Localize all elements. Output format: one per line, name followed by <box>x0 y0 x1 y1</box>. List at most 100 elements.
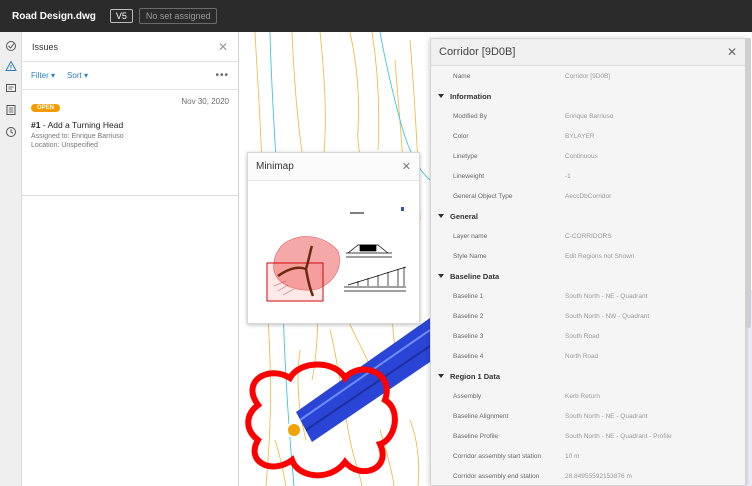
issue-number: #1 <box>31 120 41 130</box>
left-rail <box>0 32 22 486</box>
issues-toolbar: Filter ▾ Sort ▾ ••• <box>22 62 238 90</box>
minimap-thumbnail[interactable] <box>248 181 419 323</box>
status-badge: OPEN <box>31 104 61 112</box>
warning-icon[interactable] <box>5 60 17 72</box>
issues-title: Issues <box>32 41 59 52</box>
issues-panel: Issues ✕ Filter ▾ Sort ▾ ••• OPEN Nov 30… <box>22 32 239 486</box>
issues-header: Issues ✕ <box>22 32 238 62</box>
section-information[interactable]: Information <box>431 86 745 106</box>
issue-pin <box>286 422 302 438</box>
collapse-triangle-icon <box>438 274 444 278</box>
property-value: South North - NE - Quadrant - Profile <box>565 432 672 440</box>
properties-title: Corridor [9D0B] <box>439 46 516 58</box>
property-value: Kerb Return <box>565 392 601 400</box>
property-key: Baseline Alignment <box>453 412 509 420</box>
property-row: Corridor assembly start station 10 m <box>431 446 745 466</box>
property-key: Baseline 1 <box>453 292 484 300</box>
issue-name: Add a Turning Head <box>47 120 124 130</box>
property-row: Modified By Enrique Barriuso <box>431 106 745 126</box>
property-key: Layer name <box>453 232 488 240</box>
property-value: BYLAYER <box>565 132 595 140</box>
more-options-icon[interactable]: ••• <box>215 70 229 81</box>
property-value: South North - NE - Quadrant <box>565 292 648 300</box>
version-badge[interactable]: V5 <box>109 9 133 23</box>
sort-dropdown[interactable]: Sort ▾ <box>67 71 88 80</box>
property-value: South North - NE - Quadrant <box>565 412 648 420</box>
collapse-triangle-icon <box>438 374 444 378</box>
property-key: Linetype <box>453 152 478 160</box>
property-key: Color <box>453 132 469 140</box>
property-key: Baseline 3 <box>453 332 484 340</box>
issue-assignee: Assigned to: Enrique Barriuso <box>31 133 124 140</box>
section-baseline-data[interactable]: Baseline Data <box>431 266 745 286</box>
property-row: Baseline Alignment South North - NE - Qua… <box>431 406 745 426</box>
property-value: South North - NW - Quadrant <box>565 312 650 320</box>
property-row: Baseline 1 South North - NE - Quadrant <box>431 286 745 306</box>
section-general[interactable]: General <box>431 206 745 226</box>
property-key: Assembly <box>453 392 482 400</box>
property-value: Edit Regions not Shown <box>565 252 635 260</box>
corridor-body <box>296 318 431 442</box>
property-row: Lineweight -1 <box>431 166 745 186</box>
property-value: 10 m <box>565 452 580 460</box>
properties-panel: Corridor [9D0B] ✕ Name Corridor [9D0B] I… <box>430 38 746 486</box>
document-title: Road Design.dwg <box>12 10 96 22</box>
chevron-down-icon: ▾ <box>83 71 88 80</box>
property-row: Baseline 2 South North - NW - Quadrant <box>431 306 745 326</box>
property-value: North Road <box>565 352 599 360</box>
top-bar: Road Design.dwg V5 No set assigned <box>0 0 752 32</box>
check-circle-icon[interactable] <box>5 40 17 52</box>
close-icon[interactable]: ✕ <box>218 40 228 54</box>
site-plan-thumbnail <box>266 236 340 302</box>
section-label: Baseline Data <box>450 271 500 281</box>
property-row: Assembly Kerb Return <box>431 386 745 406</box>
property-row: Style Name Edit Regions not Shown <box>431 246 745 266</box>
collapse-triangle-icon <box>438 94 444 98</box>
set-selector[interactable]: No set assigned <box>138 8 218 24</box>
property-key: Baseline Profile <box>453 432 499 440</box>
issue-location: Location: Unspecified <box>31 142 98 149</box>
property-value: C-CORRIDORS <box>565 232 612 240</box>
minimap-title: Minimap <box>256 161 294 172</box>
property-value: Continuous <box>565 152 598 160</box>
properties-header: Corridor [9D0B] ✕ <box>431 39 745 66</box>
clock-icon[interactable] <box>5 126 17 138</box>
property-value: Enrique Barriuso <box>565 112 614 120</box>
property-key: Baseline 2 <box>453 312 484 320</box>
properties-scrollbar[interactable] <box>745 38 751 328</box>
issue-card[interactable]: OPEN Nov 30, 2020 #1 - Add a Turning Hea… <box>22 90 238 196</box>
sort-label: Sort <box>67 71 82 80</box>
message-icon[interactable] <box>5 82 17 94</box>
collapse-triangle-icon <box>438 214 444 218</box>
property-key: Baseline 4 <box>453 352 484 360</box>
property-row: Layer name C-CORRIDORS <box>431 226 745 246</box>
property-key: Name <box>453 72 471 80</box>
filter-label: Filter <box>31 71 49 80</box>
minimap-header: Minimap ✕ <box>248 153 419 181</box>
issue-date: Nov 30, 2020 <box>181 97 229 106</box>
close-icon[interactable]: ✕ <box>402 160 411 173</box>
property-row: General Object Type AeccDbCorridor <box>431 186 745 206</box>
property-key: Modified By <box>453 112 487 120</box>
property-row: Baseline Profile South North - NE - Quadr… <box>431 426 745 446</box>
property-key: Corridor assembly start station <box>453 452 542 460</box>
section-label: General <box>450 211 478 221</box>
property-row: Linetype Continuous <box>431 146 745 166</box>
property-row: Baseline 4 North Road <box>431 346 745 366</box>
chevron-down-icon: ▾ <box>51 71 56 80</box>
list-icon[interactable] <box>5 104 17 116</box>
property-value: -1 <box>565 172 571 180</box>
filter-dropdown[interactable]: Filter ▾ <box>31 71 55 80</box>
property-value: AeccDbCorridor <box>565 192 612 200</box>
sheet-mark <box>401 207 404 211</box>
property-value: 28.84955592153876 m <box>565 472 632 480</box>
section-region-1-data[interactable]: Region 1 Data <box>431 366 745 386</box>
property-key: Corridor assembly end station <box>453 472 540 480</box>
property-value: South Road <box>565 332 600 340</box>
property-row: Color BYLAYER <box>431 126 745 146</box>
close-icon[interactable]: ✕ <box>727 45 737 59</box>
property-key: Lineweight <box>453 172 485 180</box>
property-row: Corridor assembly end station 28.84955592… <box>431 466 745 485</box>
property-value: Corridor [9D0B] <box>565 72 611 80</box>
section-label: Region 1 Data <box>450 371 501 381</box>
